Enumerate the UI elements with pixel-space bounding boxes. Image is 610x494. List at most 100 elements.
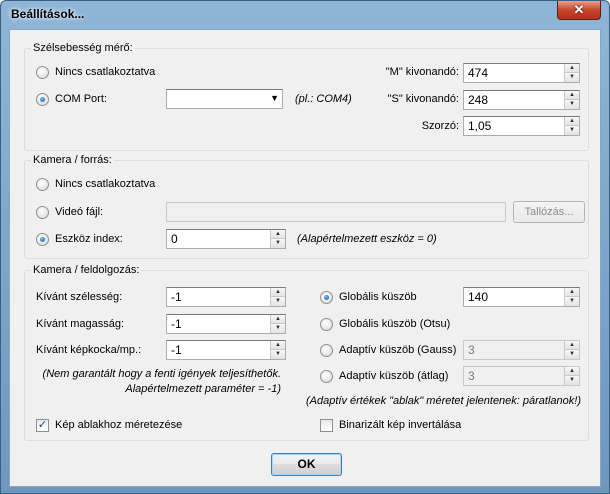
adaptive-gauss-input[interactable]: 3 ▲ ▼ <box>463 340 580 360</box>
multiplier-value: 1,05 <box>468 119 492 133</box>
video-file-input[interactable] <box>166 202 506 222</box>
spin-down-icon[interactable]: ▼ <box>565 126 579 135</box>
video-file-radio[interactable] <box>36 206 49 219</box>
invert-binary-checkbox[interactable] <box>320 419 333 432</box>
spin-down-icon[interactable]: ▼ <box>271 324 285 333</box>
m-subtract-label: "M" kivonandó: <box>385 66 459 78</box>
params-note-line1: (Nem garantált hogy a fenti igények telj… <box>42 368 281 380</box>
check-icon: ✓ <box>37 419 48 431</box>
global-threshold-value: 140 <box>468 290 489 304</box>
desired-height-spinner[interactable]: ▲ ▼ <box>270 315 285 333</box>
spin-down-icon[interactable]: ▼ <box>565 350 579 359</box>
spin-down-icon[interactable]: ▼ <box>271 239 285 248</box>
spin-down-icon[interactable]: ▼ <box>565 100 579 109</box>
device-index-hint: (Alapértelmezett eszköz = 0) <box>297 233 437 245</box>
multiplier-spinner[interactable]: ▲ ▼ <box>564 117 579 135</box>
camera-not-connected-label: Nincs csatlakoztatva <box>55 178 156 190</box>
title-bar[interactable]: Beállítások... ✕ <box>1 1 609 27</box>
multiplier-input[interactable]: 1,05 ▲ ▼ <box>463 116 580 136</box>
spin-up-icon[interactable]: ▲ <box>565 288 579 297</box>
spin-up-icon[interactable]: ▲ <box>565 341 579 350</box>
speed-meter-group-label: Szélsebesség mérő: <box>31 42 135 54</box>
m-subtract-input[interactable]: 474 ▲ ▼ <box>463 63 580 83</box>
adaptive-gauss-spinner[interactable]: ▲ ▼ <box>564 341 579 359</box>
speed-not-connected-label: Nincs csatlakoztatva <box>55 66 156 78</box>
spin-up-icon[interactable]: ▲ <box>271 230 285 239</box>
otsu-threshold-label: Globális küszöb (Otsu) <box>339 318 451 330</box>
desired-fps-spinner[interactable]: ▲ ▼ <box>270 341 285 359</box>
desired-fps-value: -1 <box>171 343 182 357</box>
com-port-hint: (pl.: COM4) <box>295 93 352 105</box>
adaptive-gauss-radio[interactable] <box>320 344 333 357</box>
com-port-radio[interactable] <box>36 93 49 106</box>
camera-source-group: Kamera / forrás: Nincs csatlakoztatva Vi… <box>24 154 589 259</box>
spin-up-icon[interactable]: ▲ <box>565 117 579 126</box>
settings-window: Beállítások... ✕ Szélsebesség mérő: Ninc… <box>0 0 610 494</box>
adaptive-gauss-value: 3 <box>468 343 475 357</box>
speed-meter-group: Szélsebesség mérő: Nincs csatlakoztatva … <box>24 42 589 151</box>
spin-up-icon[interactable]: ▲ <box>271 288 285 297</box>
desired-height-input[interactable]: -1 ▲ ▼ <box>166 314 286 334</box>
spin-down-icon[interactable]: ▼ <box>271 350 285 359</box>
close-button[interactable]: ✕ <box>557 1 601 20</box>
camera-processing-group-label: Kamera / feldolgozás: <box>31 264 142 276</box>
desired-width-value: -1 <box>171 290 182 304</box>
global-threshold-input[interactable]: 140 ▲ ▼ <box>463 287 580 307</box>
adaptive-mean-label: Adaptív küszöb (átlag) <box>339 370 449 382</box>
invert-binary-label: Binarizált kép invertálása <box>339 419 462 431</box>
resize-to-window-label: Kép ablakhoz méretezése <box>55 419 183 431</box>
adaptive-gauss-label: Adaptív küszöb (Gauss) <box>339 344 457 356</box>
m-subtract-value: 474 <box>468 66 489 80</box>
chevron-down-icon[interactable]: ▼ <box>270 91 279 105</box>
spin-up-icon[interactable]: ▲ <box>565 367 579 376</box>
spin-down-icon[interactable]: ▼ <box>271 297 285 306</box>
camera-source-group-label: Kamera / forrás: <box>31 154 114 166</box>
camera-processing-group: Kamera / feldolgozás: Kívánt szélesség: … <box>24 264 589 441</box>
desired-width-label: Kívánt szélesség: <box>36 291 123 303</box>
s-subtract-value: 248 <box>468 93 489 107</box>
ok-button[interactable]: OK <box>271 453 342 476</box>
speed-not-connected-radio[interactable] <box>36 66 49 79</box>
multiplier-label: Szorzó: <box>421 120 459 132</box>
camera-not-connected-radio[interactable] <box>36 178 49 191</box>
adaptive-mean-input[interactable]: 3 ▲ ▼ <box>463 366 580 386</box>
device-index-spinner[interactable]: ▲ ▼ <box>270 230 285 248</box>
spin-up-icon[interactable]: ▲ <box>565 91 579 100</box>
spin-up-icon[interactable]: ▲ <box>271 315 285 324</box>
desired-fps-input[interactable]: -1 ▲ ▼ <box>166 340 286 360</box>
global-threshold-radio[interactable] <box>320 291 333 304</box>
adaptive-note: (Adaptív értékek "ablak" méretet jelente… <box>305 395 581 407</box>
device-index-input[interactable]: 0 ▲ ▼ <box>166 229 286 249</box>
desired-width-input[interactable]: -1 ▲ ▼ <box>166 287 286 307</box>
spin-down-icon[interactable]: ▼ <box>565 376 579 385</box>
com-port-combo[interactable]: ▼ <box>166 89 283 109</box>
adaptive-mean-spinner[interactable]: ▲ ▼ <box>564 367 579 385</box>
device-index-label: Eszköz index: <box>55 233 123 245</box>
s-subtract-input[interactable]: 248 ▲ ▼ <box>463 90 580 110</box>
otsu-threshold-radio[interactable] <box>320 318 333 331</box>
dialog-client-area: Szélsebesség mérő: Nincs csatlakoztatva … <box>9 29 601 487</box>
video-file-label: Videó fájl: <box>55 206 104 218</box>
adaptive-mean-radio[interactable] <box>320 370 333 383</box>
browse-button[interactable]: Tallózás... <box>513 201 585 223</box>
global-threshold-spinner[interactable]: ▲ ▼ <box>564 288 579 306</box>
device-index-radio[interactable] <box>36 233 49 246</box>
com-port-label: COM Port: <box>55 93 107 105</box>
spin-down-icon[interactable]: ▼ <box>565 73 579 82</box>
close-icon: ✕ <box>573 2 585 17</box>
desired-fps-label: Kívánt képkocka/mp.: <box>36 344 142 356</box>
global-threshold-label: Globális küszöb <box>339 291 417 303</box>
m-subtract-spinner[interactable]: ▲ ▼ <box>564 64 579 82</box>
desired-width-spinner[interactable]: ▲ ▼ <box>270 288 285 306</box>
spin-down-icon[interactable]: ▼ <box>565 297 579 306</box>
s-subtract-label: "S" kivonandó: <box>387 93 459 105</box>
spin-up-icon[interactable]: ▲ <box>271 341 285 350</box>
spin-up-icon[interactable]: ▲ <box>565 64 579 73</box>
s-subtract-spinner[interactable]: ▲ ▼ <box>564 91 579 109</box>
params-note-line2: Alapértelmezett paraméter = -1) <box>125 383 281 395</box>
resize-to-window-checkbox[interactable]: ✓ <box>36 419 49 432</box>
window-title: Beállítások... <box>11 7 85 21</box>
desired-height-value: -1 <box>171 317 182 331</box>
adaptive-mean-value: 3 <box>468 369 475 383</box>
device-index-value: 0 <box>171 232 178 246</box>
